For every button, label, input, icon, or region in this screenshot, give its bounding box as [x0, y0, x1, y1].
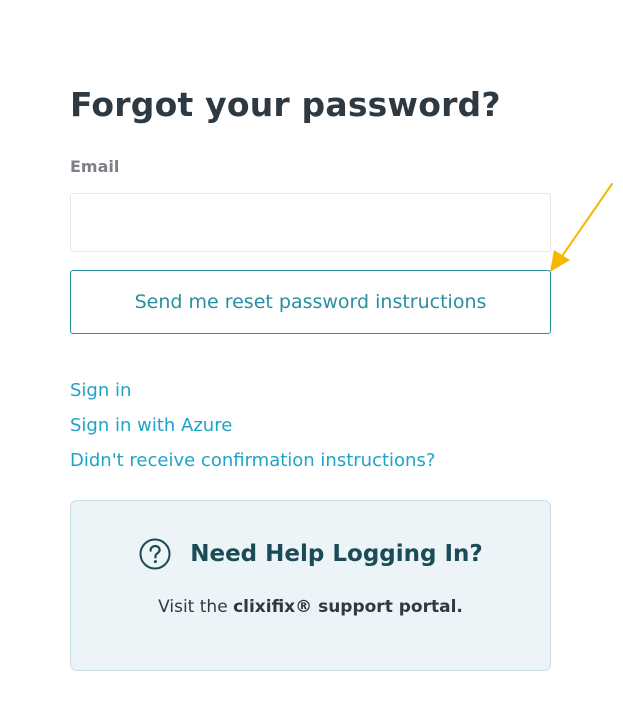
- arrow-pointer-icon: [550, 183, 613, 272]
- help-title: Need Help Logging In?: [190, 541, 483, 567]
- sign-in-link[interactable]: Sign in: [70, 373, 435, 408]
- help-heading: Need Help Logging In?: [71, 537, 550, 571]
- email-label: Email: [70, 157, 120, 176]
- email-field[interactable]: [70, 193, 551, 252]
- help-text: Visit the clixifix® support portal.: [71, 597, 550, 617]
- help-box: Need Help Logging In? Visit the clixifix…: [70, 500, 551, 671]
- send-reset-instructions-button[interactable]: Send me reset password instructions: [70, 270, 551, 334]
- page-title: Forgot your password?: [70, 85, 501, 124]
- sign-in-azure-link[interactable]: Sign in with Azure: [70, 408, 435, 443]
- question-circle-icon: [138, 537, 172, 571]
- confirmation-instructions-link[interactable]: Didn't receive confirmation instructions…: [70, 443, 435, 478]
- auth-links: Sign in Sign in with Azure Didn't receiv…: [70, 373, 435, 478]
- help-text-prefix: Visit the: [158, 597, 234, 617]
- support-portal-link[interactable]: clixifix® support portal.: [233, 597, 463, 617]
